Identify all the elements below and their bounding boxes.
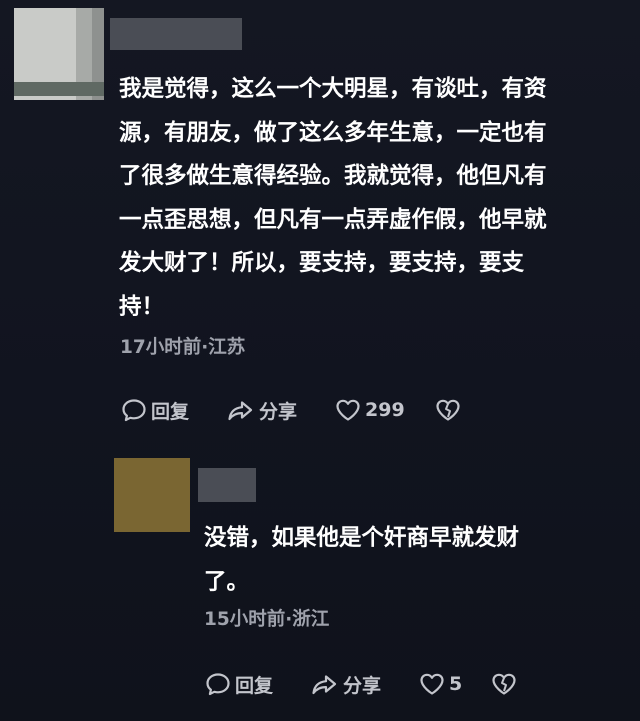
like-button[interactable]: 299 xyxy=(334,394,405,426)
share-label: 分享 xyxy=(343,674,382,697)
reply-button[interactable]: 回复 xyxy=(120,394,189,426)
broken-heart-icon xyxy=(434,396,462,424)
reply-comment: 没错，如果他是个奸商早就发财 了。 15小时前·浙江 回复 分享 5 xyxy=(0,440,640,721)
comment-meta: 15小时前·浙江 xyxy=(204,609,330,630)
username-redacted[interactable] xyxy=(198,468,256,502)
reply-button[interactable]: 回复 xyxy=(204,668,273,700)
heart-icon xyxy=(334,396,362,424)
comment-meta: 17小时前·江苏 xyxy=(120,337,246,358)
speech-bubble-icon xyxy=(120,396,148,424)
share-label: 分享 xyxy=(259,400,298,423)
comment: 我是觉得，这么一个大明星，有谈吐，有资 源，有朋友，做了这么多年生意，一定也有 … xyxy=(0,0,640,440)
like-button[interactable]: 5 xyxy=(418,668,462,700)
dislike-button[interactable] xyxy=(490,668,518,700)
comment-text: 我是觉得，这么一个大明星，有谈吐，有资 源，有朋友，做了这么多年生意，一定也有 … xyxy=(119,76,547,320)
reply-label: 回复 xyxy=(235,674,274,697)
username-redacted[interactable] xyxy=(110,18,242,50)
avatar[interactable] xyxy=(14,8,104,100)
like-count: 5 xyxy=(449,673,463,695)
avatar[interactable] xyxy=(114,458,190,532)
share-arrow-icon xyxy=(310,670,340,698)
reply-label: 回复 xyxy=(151,400,190,423)
heart-icon xyxy=(418,670,446,698)
dislike-button[interactable] xyxy=(434,394,462,426)
share-button[interactable]: 分享 xyxy=(310,668,381,700)
share-arrow-icon xyxy=(226,396,256,424)
share-button[interactable]: 分享 xyxy=(226,394,297,426)
like-count: 299 xyxy=(365,399,405,421)
speech-bubble-icon xyxy=(204,670,232,698)
broken-heart-icon xyxy=(490,670,518,698)
comment-text: 没错，如果他是个奸商早就发财 了。 xyxy=(204,525,520,595)
